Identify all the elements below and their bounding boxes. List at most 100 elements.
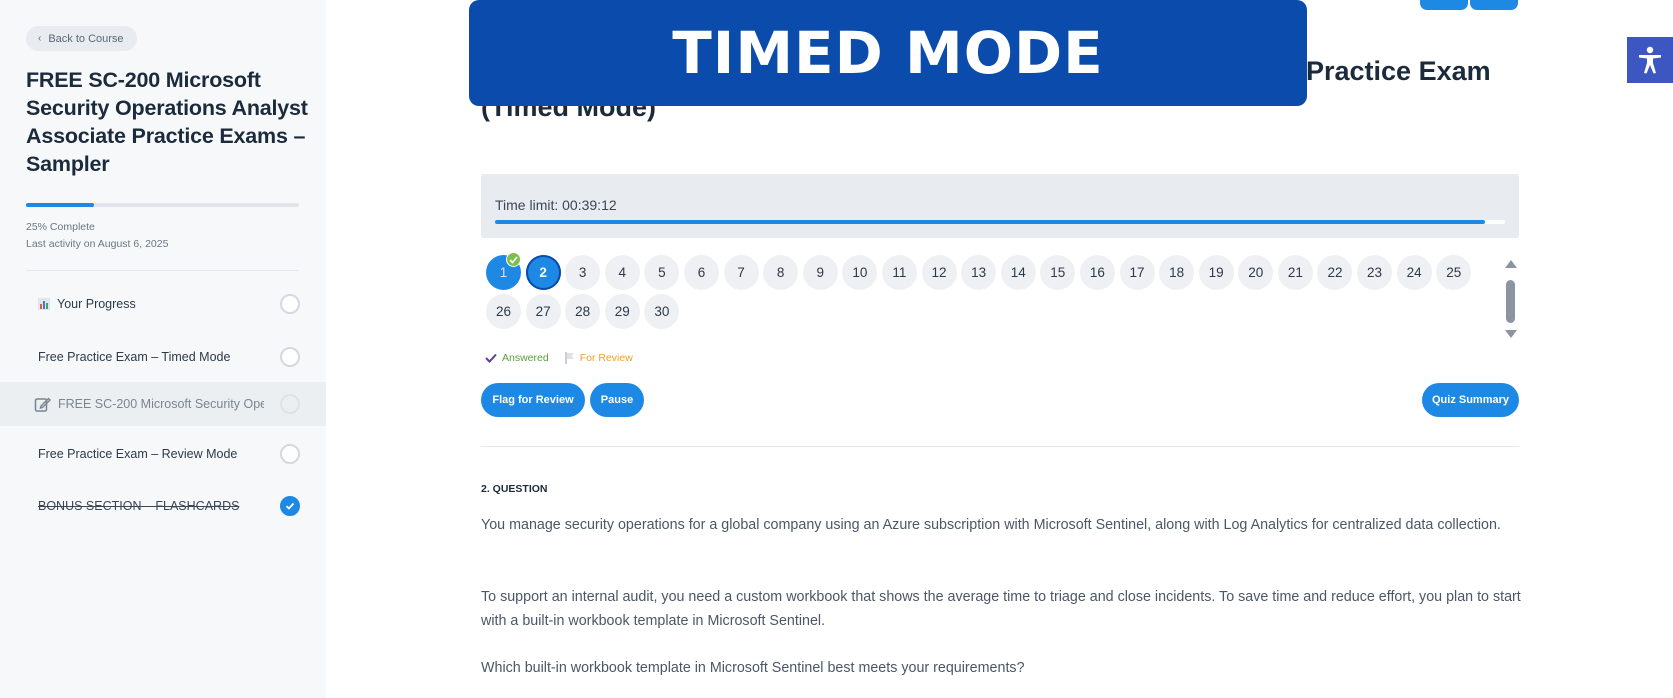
question-number-label: 19 xyxy=(1208,265,1224,280)
question-number-label: 24 xyxy=(1406,265,1422,280)
question-number-button[interactable]: 15 xyxy=(1040,255,1076,290)
question-number-button[interactable]: 13 xyxy=(961,255,997,290)
legend-answered-label: Answered xyxy=(502,352,549,364)
question-number-button[interactable]: 18 xyxy=(1159,255,1195,290)
incomplete-circle-icon xyxy=(280,444,300,464)
question-number-label: 10 xyxy=(852,265,868,280)
question-number-button[interactable]: 21 xyxy=(1277,255,1313,290)
question-number-label: 28 xyxy=(575,304,591,319)
time-limit-fill xyxy=(495,220,1485,224)
edit-icon xyxy=(34,396,51,413)
question-number-label: 20 xyxy=(1248,265,1264,280)
question-number-label: 5 xyxy=(658,265,666,280)
question-number-label: 16 xyxy=(1089,265,1105,280)
question-number-button[interactable]: 1 xyxy=(486,252,521,290)
timed-mode-banner: TIMED MODE xyxy=(469,0,1307,106)
question-number-label: 1 xyxy=(499,265,508,280)
question-number-label: 27 xyxy=(535,304,551,319)
question-number-label: 18 xyxy=(1169,265,1185,280)
flag-icon xyxy=(564,352,574,364)
top-nav-button-right[interactable] xyxy=(1470,0,1518,10)
question-number-label: 8 xyxy=(776,265,785,280)
question-number-button[interactable]: 20 xyxy=(1238,255,1274,290)
question-number-button[interactable]: 14 xyxy=(1000,255,1036,290)
question-number-label: 13 xyxy=(971,265,987,280)
check-icon xyxy=(485,353,497,363)
question-number-label: 9 xyxy=(816,265,824,280)
legend-review-label: For Review xyxy=(579,352,633,364)
accessibility-icon xyxy=(1639,46,1661,74)
question-number-button[interactable]: 26 xyxy=(486,294,521,329)
accessibility-button[interactable] xyxy=(1627,37,1673,83)
question-navigator: 1 2 3 4 5 6 7 8 9 10 11 12 13 14 15 16 17 18 19 20 21 22 23 24 2… xyxy=(486,252,1486,329)
sidebar-item-review-mode[interactable]: Free Practice Exam – Review Mode xyxy=(0,432,326,476)
question-number-label: 7 xyxy=(737,265,745,280)
question-number-button[interactable]: 22 xyxy=(1317,255,1353,290)
question-number-button[interactable]: 9 xyxy=(802,255,838,290)
time-limit-panel: Time limit: 00:39:12 xyxy=(481,174,1519,238)
time-limit-label: Time limit: 00:39:12 xyxy=(495,197,617,213)
question-paragraph-1: You manage security operations for a glo… xyxy=(481,517,1501,533)
incomplete-circle-icon xyxy=(280,294,300,314)
flag-for-review-button[interactable]: Flag for Review xyxy=(481,383,585,417)
sidebar-item-flashcards[interactable]: BONUS SECTION – FLASHCARDS xyxy=(0,484,326,528)
question-number-button[interactable]: 3 xyxy=(565,255,601,290)
legend-answered: Answered xyxy=(485,352,549,364)
question-number-button[interactable]: 12 xyxy=(921,255,957,290)
progress-meta: 25% Complete Last activity on August 6, … xyxy=(26,219,168,253)
question-number-button[interactable]: 2 xyxy=(525,255,561,290)
question-number-button[interactable]: 16 xyxy=(1079,255,1115,290)
question-number-button[interactable]: 24 xyxy=(1396,255,1432,290)
chart-icon xyxy=(38,298,50,310)
back-to-course-button[interactable]: ‹ Back to Course xyxy=(26,26,137,51)
top-nav-button-left[interactable] xyxy=(1420,0,1468,10)
question-number-button[interactable]: 4 xyxy=(604,255,640,290)
question-number-button[interactable]: 27 xyxy=(525,294,561,329)
back-to-course-label: Back to Course xyxy=(48,32,124,45)
legend-review: For Review xyxy=(564,352,633,364)
quiz-summary-button[interactable]: Quiz Summary xyxy=(1422,383,1519,417)
sidebar-item-current-quiz[interactable]: FREE SC-200 Microsoft Security Operat xyxy=(0,382,326,426)
question-number-button[interactable]: 29 xyxy=(604,294,640,329)
incomplete-circle-icon xyxy=(280,394,300,414)
progress-text: 25% Complete xyxy=(26,221,95,233)
question-number-button[interactable]: 17 xyxy=(1119,255,1155,290)
time-limit-bar xyxy=(495,220,1505,224)
question-number-button[interactable]: 6 xyxy=(683,255,719,290)
question-number-button[interactable]: 5 xyxy=(644,255,680,290)
question-number-label: 4 xyxy=(618,265,627,280)
question-number-button[interactable]: 10 xyxy=(842,255,878,290)
question-number-button[interactable]: 7 xyxy=(723,255,759,290)
question-number-label: 22 xyxy=(1327,265,1343,280)
question-number-label: 29 xyxy=(614,304,630,319)
course-progress-fill xyxy=(26,203,95,207)
scroll-up-arrow-icon[interactable] xyxy=(1505,260,1517,268)
question-number-label: 11 xyxy=(892,265,907,280)
question-number-label: 14 xyxy=(1010,265,1026,280)
banner-text: TIMED MODE xyxy=(672,19,1104,87)
question-number-button[interactable]: 8 xyxy=(763,255,799,290)
question-number-button[interactable]: 19 xyxy=(1198,255,1234,290)
question-number-label: 15 xyxy=(1050,265,1066,280)
scroll-down-arrow-icon[interactable] xyxy=(1505,330,1517,338)
question-number-button[interactable]: 23 xyxy=(1357,255,1393,290)
question-paragraph-2: To support an internal audit, you need a… xyxy=(481,589,1521,629)
question-number-label: 12 xyxy=(931,265,947,280)
question-number-label: 21 xyxy=(1287,265,1303,280)
sidebar-item-your-progress[interactable]: Your Progress xyxy=(0,282,326,326)
question-number-button[interactable]: 11 xyxy=(881,255,917,290)
page-title-line1: Practice Exam xyxy=(1306,56,1491,86)
sidebar-item-timed-mode[interactable]: Free Practice Exam – Timed Mode xyxy=(0,335,326,379)
question-paragraph-3: Which built-in workbook template in Micr… xyxy=(481,660,1025,676)
answered-check-icon xyxy=(506,252,521,267)
course-title: FREE SC-200 Microsoft Security Operation… xyxy=(26,68,308,176)
content-divider xyxy=(481,446,1519,447)
question-legend: Answered For Review xyxy=(485,352,633,364)
question-number-button[interactable]: 28 xyxy=(565,294,601,329)
pause-button[interactable]: Pause xyxy=(590,383,644,417)
question-number-button[interactable]: 25 xyxy=(1436,255,1472,290)
question-number-button[interactable]: 30 xyxy=(644,294,680,329)
scrollbar-thumb[interactable] xyxy=(1506,280,1515,323)
question-number-label: 17 xyxy=(1129,265,1145,280)
question-navigator-scrollbar[interactable] xyxy=(1502,258,1518,342)
